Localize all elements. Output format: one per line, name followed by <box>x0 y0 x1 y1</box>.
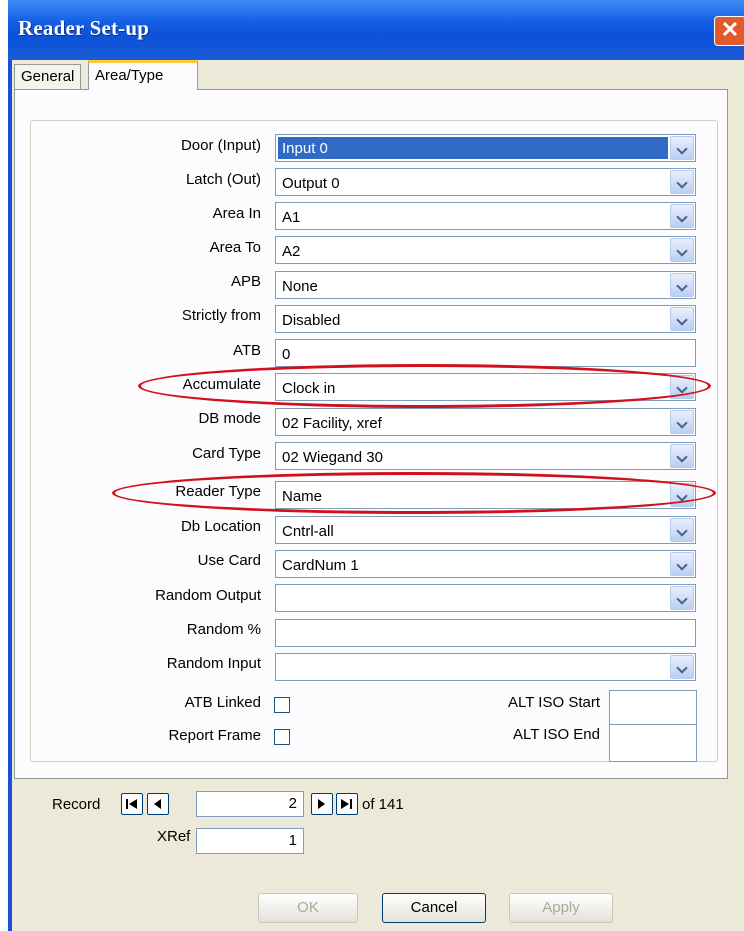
alt-iso-end-label: ALT ISO End <box>513 726 600 743</box>
accumulate-select[interactable]: Clock in <box>275 373 696 401</box>
apb-value: None <box>282 278 318 295</box>
card-type-label: Card Type <box>192 445 261 462</box>
door-input-label: Door (Input) <box>180 137 261 154</box>
alt-iso-start-label: ALT ISO Start <box>508 694 600 711</box>
latch-out-select[interactable]: Output 0 <box>275 168 696 196</box>
apb-label: APB <box>230 273 261 290</box>
chevron-down-icon[interactable] <box>670 552 694 576</box>
tab-general[interactable]: General <box>14 64 82 90</box>
tab-area-type[interactable]: Area/Type <box>88 60 198 90</box>
random-percent-label: Random % <box>186 621 261 638</box>
chevron-down-icon[interactable] <box>670 444 694 468</box>
chevron-down-icon[interactable] <box>670 170 694 194</box>
chevron-down-icon[interactable] <box>670 307 694 331</box>
title-bar[interactable]: Reader Set-up ✕ <box>8 0 744 60</box>
db-location-label: Db Location <box>180 518 261 535</box>
alt-iso-start-input[interactable] <box>609 690 697 728</box>
door-input-select[interactable]: Input 0 <box>275 134 696 162</box>
atb-label: ATB <box>232 342 261 359</box>
strictly-from-label: Strictly from <box>181 307 261 324</box>
area-to-select[interactable]: A2 <box>275 236 696 264</box>
strictly-from-select[interactable]: Disabled <box>275 305 696 333</box>
area-in-value: A1 <box>282 209 301 226</box>
previous-record-button[interactable] <box>147 793 169 815</box>
reader-type-select[interactable]: Name <box>275 481 696 509</box>
chevron-down-icon[interactable] <box>670 204 694 228</box>
db-location-select[interactable]: Cntrl-all <box>275 516 696 544</box>
chevron-down-icon[interactable] <box>670 586 694 610</box>
use-card-value: CardNum 1 <box>282 557 359 574</box>
report-frame-checkbox[interactable] <box>274 729 290 745</box>
db-mode-value: 02 Facility, xref <box>282 415 382 432</box>
first-record-button[interactable] <box>121 793 143 815</box>
atb-input[interactable]: 0 <box>275 339 696 367</box>
chevron-down-icon[interactable] <box>670 238 694 262</box>
previous-record-icon <box>154 799 161 809</box>
area-in-select[interactable]: A1 <box>275 202 696 230</box>
reader-type-label: Reader Type <box>175 483 261 500</box>
xref-input[interactable]: 1 <box>196 828 304 854</box>
report-frame-label: Report Frame <box>168 727 261 744</box>
card-type-select[interactable]: 02 Wiegand 30 <box>275 442 696 470</box>
strictly-from-value: Disabled <box>282 312 341 329</box>
last-record-icon <box>341 799 352 809</box>
accumulate-value: Clock in <box>282 380 336 397</box>
chevron-down-icon[interactable] <box>670 410 694 434</box>
cancel-button[interactable]: Cancel <box>382 893 486 923</box>
chevron-down-icon[interactable] <box>670 136 694 160</box>
chevron-down-icon[interactable] <box>670 273 694 297</box>
random-percent-input[interactable] <box>275 619 696 647</box>
door-input-value: Input 0 <box>282 140 328 157</box>
area-in-label: Area In <box>212 205 261 222</box>
record-number-input[interactable]: 2 <box>196 791 304 817</box>
last-record-button[interactable] <box>336 793 358 815</box>
db-mode-label: DB mode <box>198 410 261 427</box>
apb-select[interactable]: None <box>275 271 696 299</box>
db-location-value: Cntrl-all <box>282 523 334 540</box>
ok-button[interactable]: OK <box>258 893 358 923</box>
card-type-value: 02 Wiegand 30 <box>282 449 383 466</box>
atb-linked-label: ATB Linked <box>184 694 261 711</box>
use-card-select[interactable]: CardNum 1 <box>275 550 696 578</box>
atb-value: 0 <box>282 346 291 363</box>
next-record-icon <box>318 799 325 809</box>
apply-button[interactable]: Apply <box>509 893 613 923</box>
chevron-down-icon[interactable] <box>670 655 694 679</box>
latch-out-value: Output 0 <box>282 175 340 192</box>
random-output-label: Random Output <box>155 587 261 604</box>
latch-out-label: Latch (Out) <box>185 171 261 188</box>
xref-label: XRef <box>157 828 191 845</box>
window-title: Reader Set-up <box>18 16 150 40</box>
use-card-label: Use Card <box>197 552 261 569</box>
record-total: of 141 <box>362 796 404 813</box>
chevron-down-icon[interactable] <box>670 375 694 399</box>
close-icon[interactable]: ✕ <box>714 16 744 46</box>
first-record-icon <box>126 799 137 809</box>
alt-iso-end-input[interactable] <box>609 724 697 762</box>
random-input-select[interactable] <box>275 653 696 681</box>
random-output-select[interactable] <box>275 584 696 612</box>
reader-type-value: Name <box>282 488 323 505</box>
db-mode-select[interactable]: 02 Facility, xref <box>275 408 696 436</box>
chevron-down-icon[interactable] <box>670 483 694 507</box>
chevron-down-icon[interactable] <box>670 518 694 542</box>
random-input-label: Random Input <box>166 655 261 672</box>
accumulate-label: Accumulate <box>182 376 261 393</box>
area-to-label: Area To <box>209 239 261 256</box>
area-to-value: A2 <box>282 243 301 260</box>
next-record-button[interactable] <box>311 793 333 815</box>
record-label: Record <box>52 796 101 813</box>
atb-linked-checkbox[interactable] <box>274 697 290 713</box>
